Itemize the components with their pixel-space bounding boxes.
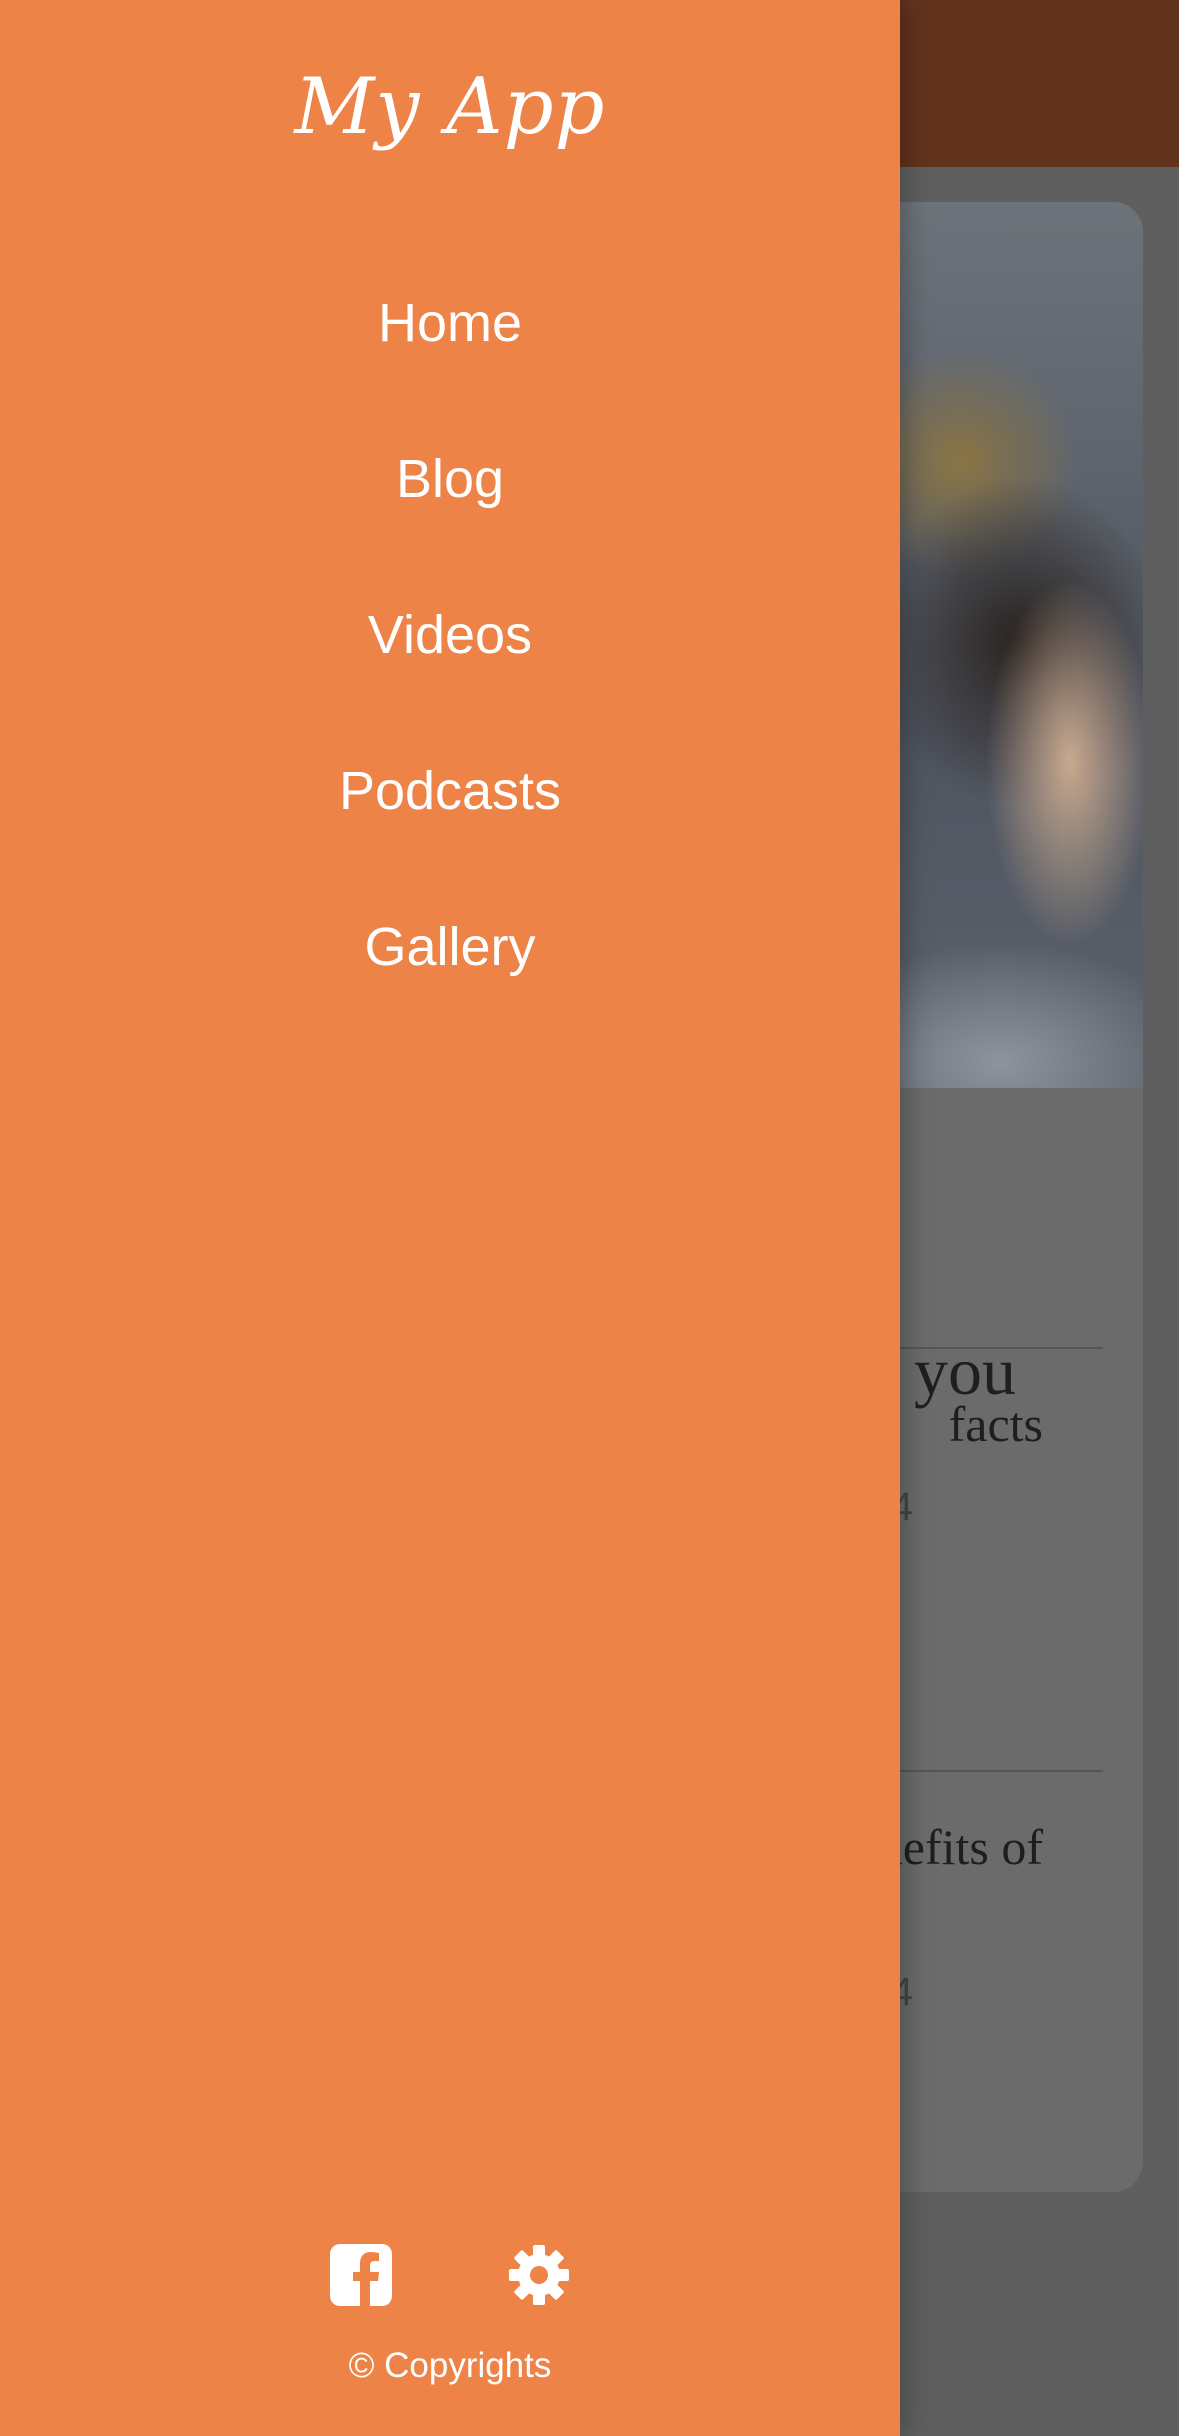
navigation-drawer: My App Home Blog Videos Podcasts Gallery: [0, 0, 900, 2436]
nav-item-gallery[interactable]: Gallery: [0, 904, 900, 1060]
drawer-nav: Home Blog Videos Podcasts Gallery: [0, 280, 900, 1060]
list-item-title[interactable]: nefits of: [878, 1818, 1043, 1876]
copyright-text: © Copyrights: [348, 2346, 552, 2385]
list-item-title[interactable]: facts: [949, 1395, 1043, 1453]
footer-icons: [0, 2244, 900, 2306]
nav-item-videos[interactable]: Videos: [0, 592, 900, 748]
drawer-footer: © Copyrights: [0, 2244, 900, 2424]
nav-item-blog[interactable]: Blog: [0, 436, 900, 592]
nav-item-podcasts[interactable]: Podcasts: [0, 748, 900, 904]
app-title: My App: [294, 62, 606, 152]
facebook-icon[interactable]: [330, 2244, 392, 2306]
gear-icon[interactable]: [508, 2244, 570, 2306]
nav-item-home[interactable]: Home: [0, 280, 900, 436]
